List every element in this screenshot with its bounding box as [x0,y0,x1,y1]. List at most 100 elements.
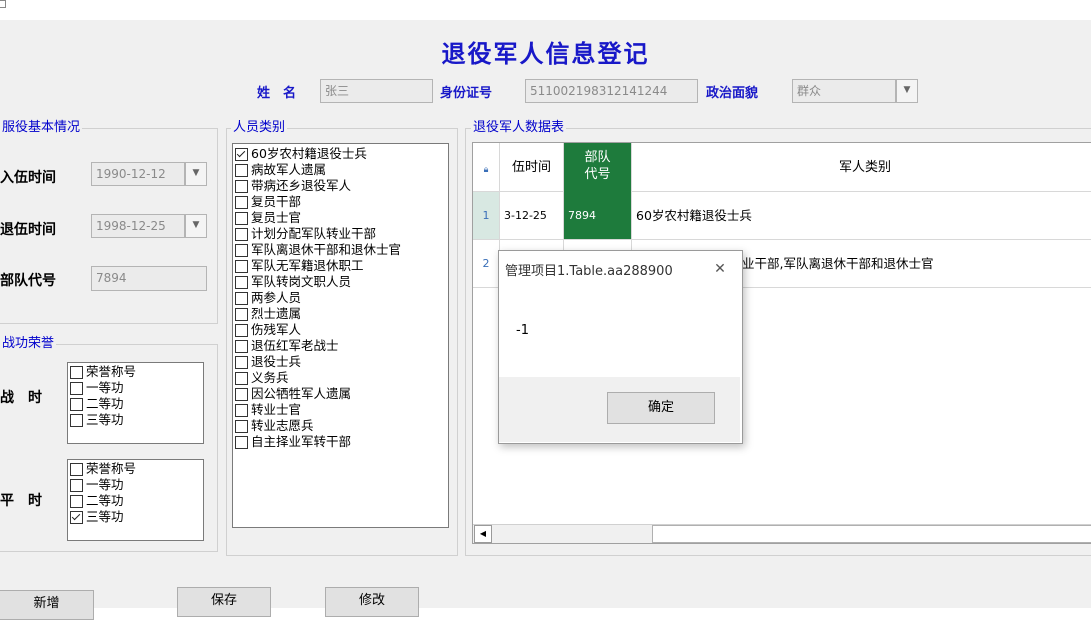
table-cell-unit-selected[interactable]: 7894 [564,192,632,240]
row-header[interactable]: 2 [473,240,500,288]
table-cell-category-text: 业干部,军队离退休干部和退休士官 [742,256,934,271]
checkbox-label: 二等功 [86,396,124,411]
checkbox-icon[interactable] [70,462,83,476]
checkbox-item[interactable]: 复员干部 [235,194,446,210]
checkbox-icon[interactable] [235,243,248,257]
checkbox-item[interactable]: 三等功 [70,509,201,525]
checkbox-icon[interactable] [235,163,248,177]
checkbox-item[interactable]: 因公牺牲军人遗属 [235,386,446,402]
name-field[interactable]: 张三 [320,79,433,103]
checkbox-icon[interactable] [235,419,248,433]
table-group-title: 退役军人数据表 [471,120,567,136]
honors-group-title: 战功荣誉 [0,336,57,352]
checkbox-item[interactable]: 军队转岗文职人员 [235,274,446,290]
checkbox-item[interactable]: 荣誉称号 [70,364,201,380]
checkbox-item[interactable]: 一等功 [70,380,201,396]
enlist-label: 入伍时间 [0,170,56,186]
dialog-ok-button[interactable]: 确定 [607,392,715,424]
enlist-date-field[interactable]: 1990-12-12 [91,162,185,186]
checkbox-item[interactable]: 自主择业军转干部 [235,434,446,450]
checkbox-icon[interactable] [235,323,248,337]
scroll-thumb[interactable] [652,525,1091,543]
wartime-honors-list: 荣誉称号 一等功 二等功 三等功 [67,362,204,444]
checkbox-item[interactable]: 三等功 [70,412,201,428]
checkbox-icon[interactable] [235,259,248,273]
checkbox-item[interactable]: 义务兵 [235,370,446,386]
checkbox-icon[interactable] [235,195,248,209]
checkbox-icon[interactable] [235,387,248,401]
scroll-left-button[interactable]: ◀ [474,525,492,543]
checkbox-item[interactable]: 烈士遗属 [235,306,446,322]
checkbox-label: 退伍红军老战士 [251,338,339,353]
checkbox-icon[interactable] [235,371,248,385]
window-icon [0,0,6,8]
checkbox-item[interactable]: 军队无军籍退休职工 [235,258,446,274]
checkbox-icon[interactable] [235,227,248,241]
enlist-date-dropdown[interactable]: ▼ [185,162,207,186]
checkbox-icon[interactable] [235,291,248,305]
politics-label: 政治面貌 [706,86,759,101]
checkbox-item[interactable]: 军队离退休干部和退休士官 [235,242,446,258]
checkbox-icon[interactable] [70,397,83,411]
checkbox-icon[interactable] [70,494,83,508]
table-cell-category[interactable]: 60岁农村籍退役士兵 [632,192,1091,240]
checkbox-item[interactable]: 二等功 [70,396,201,412]
checkbox-icon[interactable] [235,307,248,321]
checkbox-icon[interactable] [235,339,248,353]
service-group-title: 服役基本情况 [0,120,83,136]
id-field[interactable]: 511002198312141244 [525,79,698,103]
checkbox-icon[interactable] [235,179,248,193]
checkbox-icon[interactable] [235,355,248,369]
save-button[interactable]: 保存 [177,587,271,617]
checkbox-checked-icon[interactable] [70,510,83,524]
checkbox-label: 转业士官 [251,402,302,417]
checkbox-label: 三等功 [86,412,124,427]
politics-select[interactable]: 群众 [792,79,896,103]
checkbox-icon[interactable] [70,478,83,492]
checkbox-item[interactable]: 60岁农村籍退役士兵 [235,146,446,162]
checkbox-icon[interactable] [70,365,83,379]
checkbox-label: 计划分配军队转业干部 [251,226,377,241]
edit-button[interactable]: 修改 [325,587,419,617]
checkbox-item[interactable]: 两参人员 [235,290,446,306]
checkbox-item[interactable]: 带病还乡退役军人 [235,178,446,194]
checkbox-label: 军队离退休干部和退休士官 [251,242,402,257]
checkbox-item[interactable]: 一等功 [70,477,201,493]
dialog-close-button[interactable]: ✕ [707,256,733,282]
checkbox-icon[interactable] [70,381,83,395]
grid-corner-header[interactable]: 🔒︎ [473,143,500,192]
unit-code-field[interactable]: 7894 [91,266,207,291]
column-header-unit-code[interactable]: 部队代号 [564,143,632,192]
checkbox-item[interactable]: 转业志愿兵 [235,418,446,434]
checkbox-icon[interactable] [235,275,248,289]
add-button[interactable]: 新增 [0,590,94,620]
checkbox-item[interactable]: 退伍红军老战士 [235,338,446,354]
discharge-date-dropdown[interactable]: ▼ [185,214,207,238]
checkbox-icon[interactable] [235,403,248,417]
table-cell-date[interactable]: 3-12-25 [500,192,564,240]
checkbox-item[interactable]: 转业士官 [235,402,446,418]
politics-dropdown-button[interactable]: ▼ [896,79,918,103]
checkbox-label: 军队转岗文职人员 [251,274,352,289]
lock-icon: 🔒︎ [483,165,489,175]
checkbox-icon[interactable] [235,435,248,449]
checkbox-item[interactable]: 退役士兵 [235,354,446,370]
checkbox-item[interactable]: 复员士官 [235,210,446,226]
wartime-label: 战 时 [0,390,42,406]
checkbox-item[interactable]: 伤残军人 [235,322,446,338]
column-header-category[interactable]: 军人类别 [632,143,1091,192]
discharge-date-field[interactable]: 1998-12-25 [91,214,185,238]
checkbox-item[interactable]: 病故军人遗属 [235,162,446,178]
checkbox-item[interactable]: 计划分配军队转业干部 [235,226,446,242]
column-header-discharge-date[interactable]: 伍时间 [500,143,564,192]
checkbox-checked-icon[interactable] [235,147,248,161]
name-label: 姓 名 [257,86,297,101]
checkbox-icon[interactable] [70,413,83,427]
row-header[interactable]: 1 [473,192,500,240]
checkbox-item[interactable]: 荣誉称号 [70,461,201,477]
checkbox-label: 荣誉称号 [86,461,137,476]
checkbox-label: 军队无军籍退休职工 [251,258,364,273]
checkbox-label: 病故军人遗属 [251,162,327,177]
checkbox-item[interactable]: 二等功 [70,493,201,509]
checkbox-icon[interactable] [235,211,248,225]
